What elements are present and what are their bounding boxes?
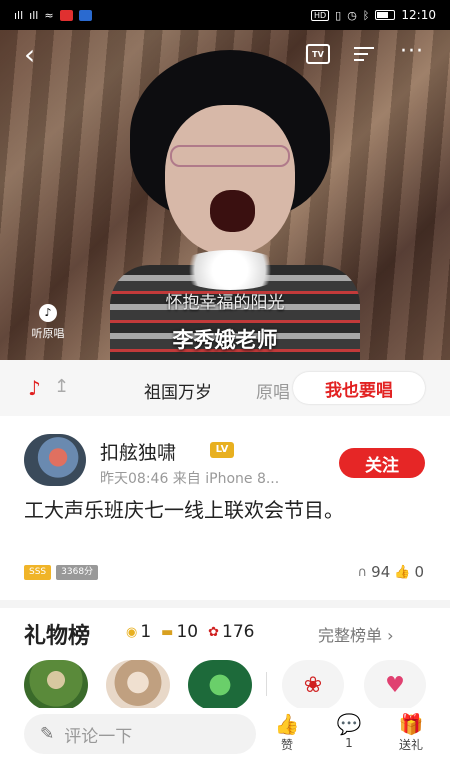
like-button[interactable]: 👍 赞 bbox=[262, 712, 312, 753]
back-icon[interactable]: ‹ bbox=[24, 41, 35, 69]
gift-stats: ◉ 1 ▬ 10 ✿ 176 bbox=[126, 622, 254, 642]
send-gift-button[interactable]: 🎁 送礼 bbox=[386, 712, 436, 753]
singer-figure bbox=[110, 50, 360, 360]
more-icon[interactable]: ··· bbox=[400, 41, 424, 63]
message-icon bbox=[78, 9, 92, 21]
wechat-count: 1 bbox=[345, 736, 353, 750]
wechat-share-button[interactable]: 💬 1 bbox=[324, 712, 374, 750]
wifi-icon: ≈ bbox=[44, 8, 54, 22]
comment-placeholder: 评论一下 bbox=[64, 726, 133, 747]
like-count: 0 bbox=[414, 563, 424, 581]
app-notification-icon bbox=[59, 9, 73, 21]
gifter-divider bbox=[266, 672, 267, 696]
thumbs-up-icon: 👍 bbox=[274, 712, 300, 736]
gifter-avatar[interactable] bbox=[24, 660, 88, 710]
gift-box-icon: 🎁 bbox=[398, 712, 424, 736]
status-bar: ıll ıll ≈ HD ▯ ◷ ᛒ 12:10 bbox=[0, 0, 450, 30]
headphones-icon: ∩ bbox=[357, 564, 368, 580]
score-tags: SSS 3368分 bbox=[24, 565, 99, 580]
battery-icon bbox=[375, 10, 396, 20]
signal-icon: ıll bbox=[14, 8, 24, 22]
bluetooth-icon: ᛒ bbox=[362, 8, 370, 22]
post-meta: 昨天08:46 来自 iPhone 8... bbox=[100, 471, 280, 487]
full-ranking-link[interactable]: 完整榜单 › bbox=[318, 622, 394, 646]
score-badge: 3368分 bbox=[56, 565, 99, 580]
heart-gift-icon[interactable]: ♥ bbox=[364, 660, 426, 710]
music-note-icon: ♪ bbox=[39, 304, 57, 322]
video-player[interactable]: ‹ TV ··· 怀抱幸福的阳光 李秀娥老师 ♪ 听原唱 bbox=[0, 30, 450, 360]
original-vocal-label: 听原唱 bbox=[31, 327, 65, 340]
alarm-icon: ◷ bbox=[347, 8, 357, 22]
original-singer-label: 原唱 bbox=[256, 383, 290, 403]
flower-count: 176 bbox=[222, 622, 255, 642]
song-title[interactable]: 祖国万岁 bbox=[144, 378, 212, 403]
coin-count: 1 bbox=[140, 622, 152, 642]
song-bar: ♪ ↥ 祖国万岁 原唱 我也要唱 bbox=[0, 360, 450, 416]
post-description: 工大声乐班庆七一线上联欢会节目。 bbox=[24, 498, 344, 522]
gifter-list: ❀ ♥ bbox=[24, 660, 434, 710]
tv-cast-icon[interactable]: TV bbox=[306, 44, 330, 64]
gifter-avatar[interactable] bbox=[188, 660, 252, 710]
user-name[interactable]: 扣舷独啸 bbox=[100, 438, 176, 465]
grade-badge: SSS bbox=[24, 565, 52, 580]
upload-icon[interactable]: ↥ bbox=[54, 376, 69, 397]
clock: 12:10 bbox=[401, 8, 436, 22]
pencil-icon: ✎ bbox=[40, 724, 55, 744]
bottom-bar: ✎ 评论一下 👍 赞 💬 1 🎁 送礼 bbox=[0, 708, 450, 760]
level-badge-icon: LV bbox=[210, 442, 234, 458]
listen-count: 94 bbox=[371, 563, 391, 581]
wechat-icon: 💬 bbox=[336, 712, 362, 736]
gifter-avatar[interactable] bbox=[106, 660, 170, 710]
coin-icon: ◉ bbox=[126, 624, 138, 640]
follow-button[interactable]: 关注 bbox=[339, 448, 425, 478]
send-gift-label: 送礼 bbox=[398, 738, 423, 752]
post-stats: ∩ 94 👍 0 bbox=[358, 563, 424, 581]
flower-gift-icon[interactable]: ❀ bbox=[282, 660, 344, 710]
playlist-icon[interactable] bbox=[354, 44, 378, 64]
original-vocal-button[interactable]: ♪ 听原唱 bbox=[24, 304, 72, 341]
thumbs-up-icon: 👍 bbox=[394, 564, 411, 580]
flower-icon: ✿ bbox=[208, 624, 220, 640]
hd-icon: HD bbox=[310, 9, 330, 21]
like-label: 赞 bbox=[280, 738, 293, 752]
section-divider bbox=[0, 600, 450, 608]
vibrate-icon: ▯ bbox=[335, 8, 342, 22]
sing-too-button[interactable]: 我也要唱 bbox=[293, 372, 425, 404]
card-icon: ▬ bbox=[161, 624, 174, 640]
gift-ranking-title: 礼物榜 bbox=[24, 624, 91, 649]
signal-icon: ıll bbox=[29, 8, 39, 22]
music-note-icon: ♪ bbox=[28, 376, 41, 400]
card-count: 10 bbox=[176, 622, 199, 642]
user-avatar[interactable] bbox=[24, 434, 86, 486]
comment-input[interactable]: ✎ 评论一下 bbox=[24, 714, 256, 754]
